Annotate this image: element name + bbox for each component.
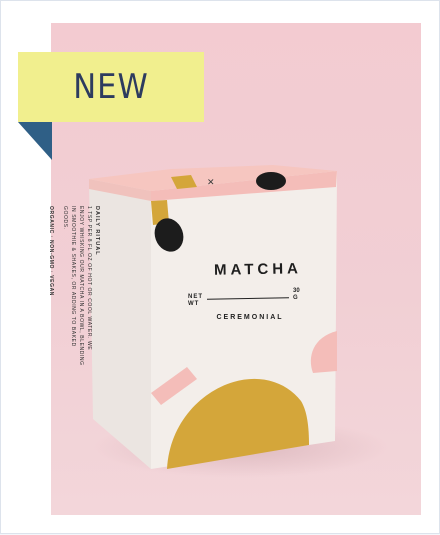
side-panel-footer: ORGANIC · NON-GMO · VEGAN — [48, 206, 54, 296]
image-frame: ✕ MATCHA NET WT 30 G CEREMONIAL DAILY RI… — [0, 0, 440, 534]
product-name: MATCHA — [213, 260, 303, 279]
net-weight-value: 30 G — [293, 288, 300, 301]
logo-mark: ✕ — [207, 178, 215, 188]
badge-ribbon-fold — [18, 122, 52, 160]
new-badge: NEW — [18, 52, 204, 122]
net-weight-label: NET WT — [188, 294, 203, 307]
side-panel-body: 1 TSP PER 8 FL OZ OF HOT OR COOL WATER. … — [62, 206, 92, 366]
new-badge-label: NEW — [73, 67, 149, 107]
side-panel-heading: DAILY RITUAL — [94, 206, 100, 256]
black-blob-lid — [256, 172, 286, 190]
side-panel-text: DAILY RITUAL 1 TSP PER 8 FL OZ OF HOT OR… — [47, 206, 101, 366]
product-grade: CEREMONIAL — [216, 314, 284, 321]
